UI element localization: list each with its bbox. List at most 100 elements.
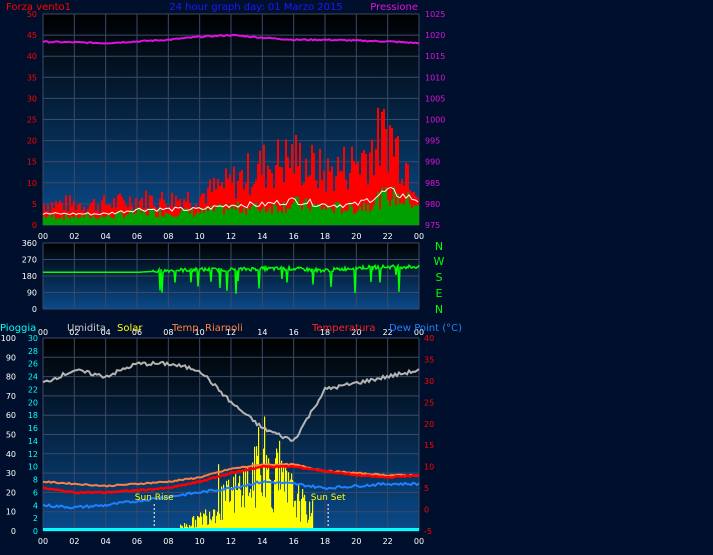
pressure-y-tick-6: 1005 (425, 94, 445, 103)
wind-bar (273, 203, 275, 225)
wind-bar (379, 209, 381, 225)
wind-bar (227, 210, 229, 225)
humidity-y-tick-4: 8 (33, 476, 38, 485)
wind-bar (251, 205, 253, 225)
wind-bar (311, 204, 313, 225)
wind-bar (87, 213, 89, 225)
wind-y-tick-4: 20 (27, 137, 37, 146)
wind-bar (57, 218, 59, 225)
wind-bar (343, 210, 345, 225)
humidity-y-tick-14: 28 (28, 347, 38, 356)
wind-bar (49, 214, 51, 225)
rain-y-tick-5: 50 (6, 431, 16, 440)
wind-y-tick-0: 0 (32, 221, 37, 230)
solar-bar (312, 500, 314, 531)
wind-bar (225, 208, 227, 225)
wind-bar (153, 208, 155, 225)
wind-bar (259, 212, 261, 225)
wind-bar (45, 218, 47, 225)
wind-bar (197, 211, 199, 225)
p1-x-tick-7: 14 (257, 232, 267, 241)
wind-bar (215, 207, 217, 225)
wind-bar (381, 187, 383, 225)
humidity-y-tick-0: 0 (33, 527, 38, 536)
temp-y-tick-7: 30 (424, 377, 434, 386)
wind-bar (115, 213, 117, 225)
wind-bar (307, 207, 309, 225)
wind-bar (113, 218, 115, 225)
wind-bar (189, 213, 191, 225)
wind-bar (271, 213, 273, 225)
wind-bar (303, 201, 305, 225)
wind-bar (289, 208, 291, 225)
p3-x-tick-7: 14 (257, 537, 267, 546)
wind-bar (99, 217, 101, 225)
wind-bar (157, 217, 159, 225)
wind-bar (175, 216, 177, 225)
wind-bar (267, 210, 269, 225)
p1-x-tick-1: 02 (69, 232, 79, 241)
wind-bar (371, 209, 373, 225)
wind-bar (55, 219, 57, 225)
p3-x-tick-2: 04 (101, 537, 111, 546)
wind-bar (217, 205, 219, 225)
wind-bar (75, 213, 77, 225)
wind-bar (219, 203, 221, 225)
wind-bar (205, 207, 207, 225)
wind-bar (63, 219, 65, 225)
wind-bar (265, 212, 267, 225)
wind-bar (237, 201, 239, 225)
rain-y-tick-7: 70 (6, 392, 16, 401)
wind-bar (199, 213, 201, 225)
wind-bar (355, 212, 357, 225)
temp-y-tick-0: -5 (424, 527, 432, 536)
wind-bar (411, 208, 413, 225)
wind-bar (103, 217, 105, 225)
p1-x-tick-6: 12 (226, 232, 236, 241)
wind-bar (395, 205, 397, 225)
wind-bar (81, 214, 83, 225)
wind-bar (83, 217, 85, 225)
wind-bar (155, 217, 157, 225)
rain-y-tick-10: 100 (1, 334, 16, 343)
rain-bar (43, 528, 419, 531)
compass-n-bottom: N (435, 303, 443, 316)
wind-bar (415, 205, 417, 225)
direction-y-tick-2: 180 (22, 272, 37, 281)
wind-bar (283, 201, 285, 225)
wind-bar (247, 207, 249, 225)
wind-bar (187, 210, 189, 225)
p3-x-tick-11: 22 (383, 537, 393, 546)
temp-y-tick-3: 10 (424, 463, 434, 472)
temp-y-tick-9: 40 (424, 334, 434, 343)
wind-bar (375, 197, 377, 225)
p1-x-tick-10: 20 (351, 232, 361, 241)
wind-bar (179, 213, 181, 225)
wind-bar (401, 202, 403, 225)
weather-graph-page: 0 5 10 15 20 25 30 35 40 45 50 975 980 985 990 995 1000 1… (0, 0, 713, 555)
pressure-y-tick-7: 1010 (425, 73, 445, 82)
wind-y-tick-7: 35 (27, 73, 37, 82)
wind-bar (141, 212, 143, 225)
wind-bar (323, 206, 325, 225)
humidity-y-tick-12: 24 (28, 373, 38, 382)
rain-y-tick-4: 40 (6, 450, 16, 459)
wind-bar (65, 213, 67, 225)
wind-bar (281, 212, 283, 225)
wind-bar (233, 205, 235, 225)
chart-title: 24 hour graph day: 01 Marzo 2015 (169, 2, 342, 13)
wind-y-tick-9: 45 (27, 31, 37, 40)
p3-x-tick-10: 20 (351, 537, 361, 546)
sunrise-label: Sun Rise (135, 493, 174, 503)
direction-y-tick-0: 0 (32, 305, 37, 314)
wind-bar (47, 216, 49, 225)
wind-bar (85, 213, 87, 225)
wind-bar (151, 208, 153, 225)
wind-bar (405, 199, 407, 225)
wind-bar (413, 205, 415, 225)
wind-bar (287, 208, 289, 225)
wind-bar (397, 193, 399, 225)
wind-bar (293, 201, 295, 225)
p3-x-tick-6: 12 (226, 537, 236, 546)
legend-solar: Solar (117, 323, 143, 334)
